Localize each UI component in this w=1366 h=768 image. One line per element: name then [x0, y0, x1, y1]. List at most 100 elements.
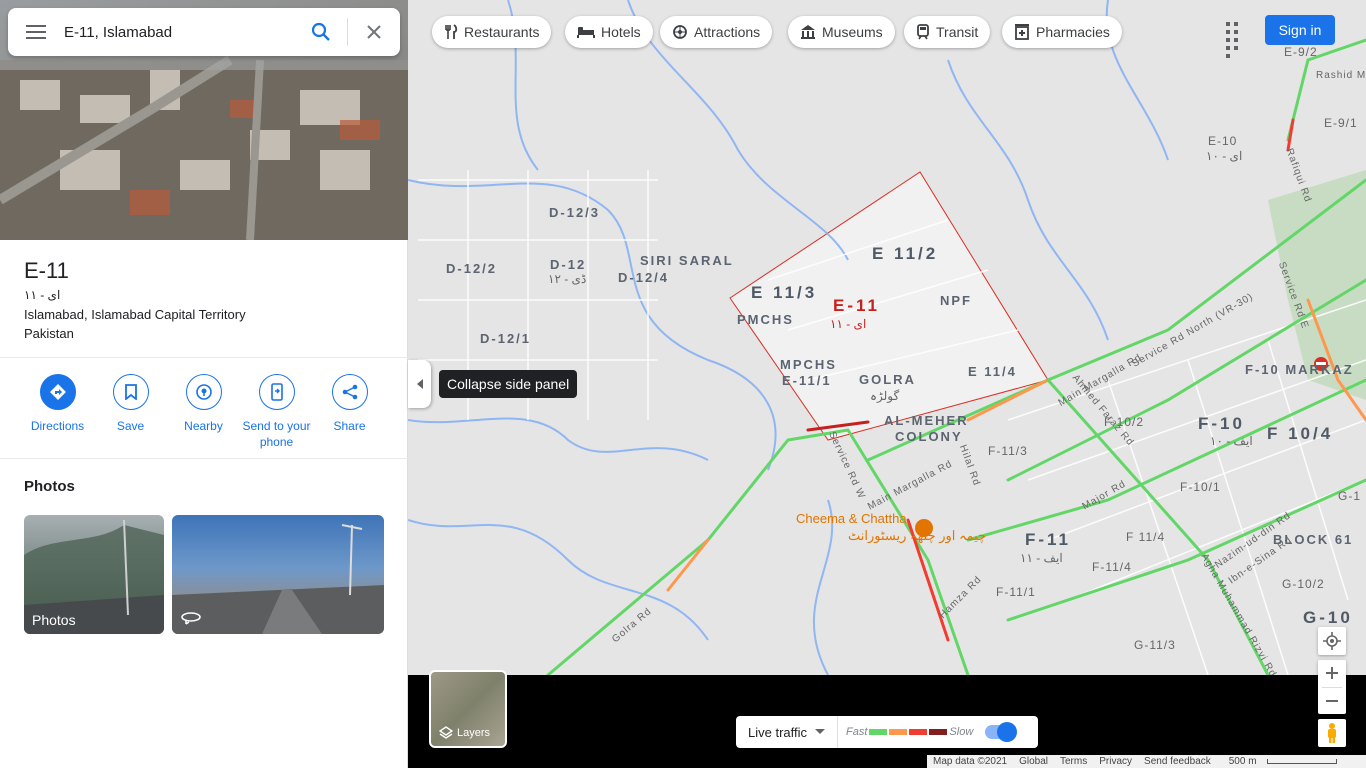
map-label-d12-urdu: ڈی - ۱۲	[548, 272, 587, 286]
map-label-e11-4: E 11/4	[968, 364, 1017, 379]
map-label-d12: D-12	[550, 257, 587, 272]
apps-grid-icon[interactable]	[1222, 18, 1248, 58]
search-icon	[311, 22, 330, 41]
map-label-f10-4: F 10/4	[1267, 424, 1334, 443]
chip-label: Hotels	[601, 24, 641, 40]
scale-bar	[1266, 758, 1337, 764]
map-label-f11-4: F 11/4	[1126, 530, 1166, 544]
chip-restaurants[interactable]: Restaurants	[432, 16, 552, 48]
menu-button[interactable]	[8, 8, 64, 56]
map-label-f11-urdu: ایف - ۱۱	[1020, 551, 1063, 565]
crosshair-icon	[1323, 632, 1341, 650]
traffic-panel: Live traffic Fast Slow	[736, 716, 1038, 748]
train-icon	[916, 24, 930, 40]
privacy-link[interactable]: Privacy	[1093, 756, 1138, 767]
collapse-side-panel-button[interactable]	[408, 360, 431, 408]
map-label-e11-1: E-11/1	[782, 373, 832, 388]
maps-app: D-12/3 D-12/2 D-12 ڈی - ۱۲ D-12/4 D-12/1…	[0, 0, 1366, 768]
chip-pharmacies[interactable]: Pharmacies	[1002, 16, 1122, 48]
zoom-in-button[interactable]	[1318, 660, 1346, 687]
chip-transit[interactable]: Transit	[904, 16, 991, 48]
send-to-phone-button[interactable]: Send to your phone	[240, 374, 313, 450]
traffic-layer-select[interactable]: Live traffic	[736, 716, 839, 748]
map-label-g11-3: G-11/3	[1134, 638, 1176, 652]
map-label-cheema-urdu: چیمہ اور چٹھہ ریسٹورانٹ	[848, 528, 987, 543]
layers-button[interactable]: Layers	[429, 670, 507, 748]
zoom-out-button[interactable]	[1318, 688, 1346, 715]
map-label-pmchs: PMCHS	[737, 312, 794, 327]
photo-tile-photos[interactable]: Photos	[24, 515, 164, 634]
street-view-pegman-button[interactable]	[1318, 719, 1346, 747]
traffic-swatch-medium	[889, 729, 908, 735]
divider	[0, 357, 408, 358]
share-button[interactable]: Share	[313, 374, 386, 434]
terms-link[interactable]: Terms	[1054, 756, 1093, 767]
search-button[interactable]	[295, 8, 347, 56]
traffic-fast-label: Fast	[846, 726, 868, 738]
map-label-e11: E-11	[833, 296, 880, 315]
sign-in-button[interactable]: Sign in	[1265, 15, 1335, 45]
scale-label: 500 m	[1228, 756, 1257, 767]
chip-label: Attractions	[694, 24, 761, 40]
pharmacy-icon	[1014, 24, 1030, 40]
place-address-line1: Islamabad, Islamabad Capital Territory	[24, 307, 246, 322]
place-address-line2: Pakistan	[24, 326, 74, 341]
map-label-golra: GOLRA	[859, 372, 916, 387]
street-view-thumbnail	[172, 524, 384, 634]
map-label-f11-1: F-11/1	[996, 585, 1036, 599]
caret-left-icon	[416, 379, 423, 389]
place-title-urdu: ای - ۱۱	[24, 288, 61, 302]
map-canvas[interactable]: D-12/3 D-12/2 D-12 ڈی - ۱۲ D-12/4 D-12/1…	[408, 0, 1366, 675]
chip-label: Restaurants	[464, 24, 540, 40]
bookmark-icon	[112, 374, 149, 410]
search-box: E-11, Islamabad	[8, 8, 400, 56]
map-label-d12-4: D-12/4	[618, 270, 670, 285]
clear-search-button[interactable]	[348, 8, 400, 56]
hamburger-icon	[26, 25, 46, 39]
map-label-f10-markaz: F-10 MARKAZ	[1245, 362, 1354, 377]
minus-icon	[1326, 699, 1338, 702]
map-label-e9-1: E-9/1	[1324, 116, 1358, 130]
map-label-d12-1: D-12/1	[480, 331, 532, 346]
scale-indicator[interactable]: 500 m	[1217, 756, 1343, 767]
traffic-swatch-very-slow	[929, 729, 948, 735]
map-label-d12-2: D-12/2	[446, 261, 498, 276]
map-label-f11-3: F-11/3	[988, 444, 1028, 458]
search-input[interactable]: E-11, Islamabad	[64, 24, 295, 41]
map-label-f11-4b: F-11/4	[1092, 560, 1132, 574]
nearby-button[interactable]: Nearby	[167, 374, 240, 434]
map-label-mpchs: MPCHS	[780, 357, 837, 372]
bed-icon	[577, 26, 595, 38]
divider	[0, 458, 408, 459]
chip-museums[interactable]: Museums	[788, 16, 895, 48]
save-button[interactable]: Save	[94, 374, 167, 434]
send-feedback-link[interactable]: Send feedback	[1138, 756, 1217, 767]
chip-label: Transit	[936, 24, 979, 40]
map-label-e10-urdu: ای - ۱۰	[1206, 149, 1243, 163]
chip-hotels[interactable]: Hotels	[565, 16, 653, 48]
layers-icon	[439, 726, 453, 739]
place-title: E-11	[24, 258, 69, 283]
map-label-g10: G-10	[1303, 608, 1353, 627]
traffic-select-label: Live traffic	[748, 724, 808, 740]
directions-button[interactable]: Directions	[21, 374, 94, 434]
my-location-button[interactable]	[1318, 627, 1346, 655]
map-footer: Map data ©2021 Global Terms Privacy Send…	[927, 755, 1366, 768]
traffic-swatch-fast	[869, 729, 888, 735]
close-icon	[367, 25, 381, 39]
map-label-e11-3: E 11/3	[751, 283, 818, 302]
map-label-cheema-chattha[interactable]: Cheema & Chattha	[796, 511, 907, 526]
chip-attractions[interactable]: Attractions	[660, 16, 773, 48]
map-label-e11-2: E 11/2	[872, 244, 939, 263]
share-label: Share	[333, 419, 366, 433]
chip-label: Museums	[822, 24, 883, 40]
chip-label: Pharmacies	[1036, 24, 1110, 40]
traffic-legend: Fast Slow	[838, 726, 981, 738]
pegman-icon	[1328, 723, 1336, 743]
photo-tile-street-view[interactable]	[172, 515, 384, 634]
photos-heading: Photos	[24, 478, 75, 495]
global-link[interactable]: Global	[1013, 756, 1054, 767]
traffic-toggle[interactable]	[985, 722, 1018, 742]
nearby-icon	[185, 374, 222, 410]
traffic-slow-label: Slow	[949, 726, 974, 738]
